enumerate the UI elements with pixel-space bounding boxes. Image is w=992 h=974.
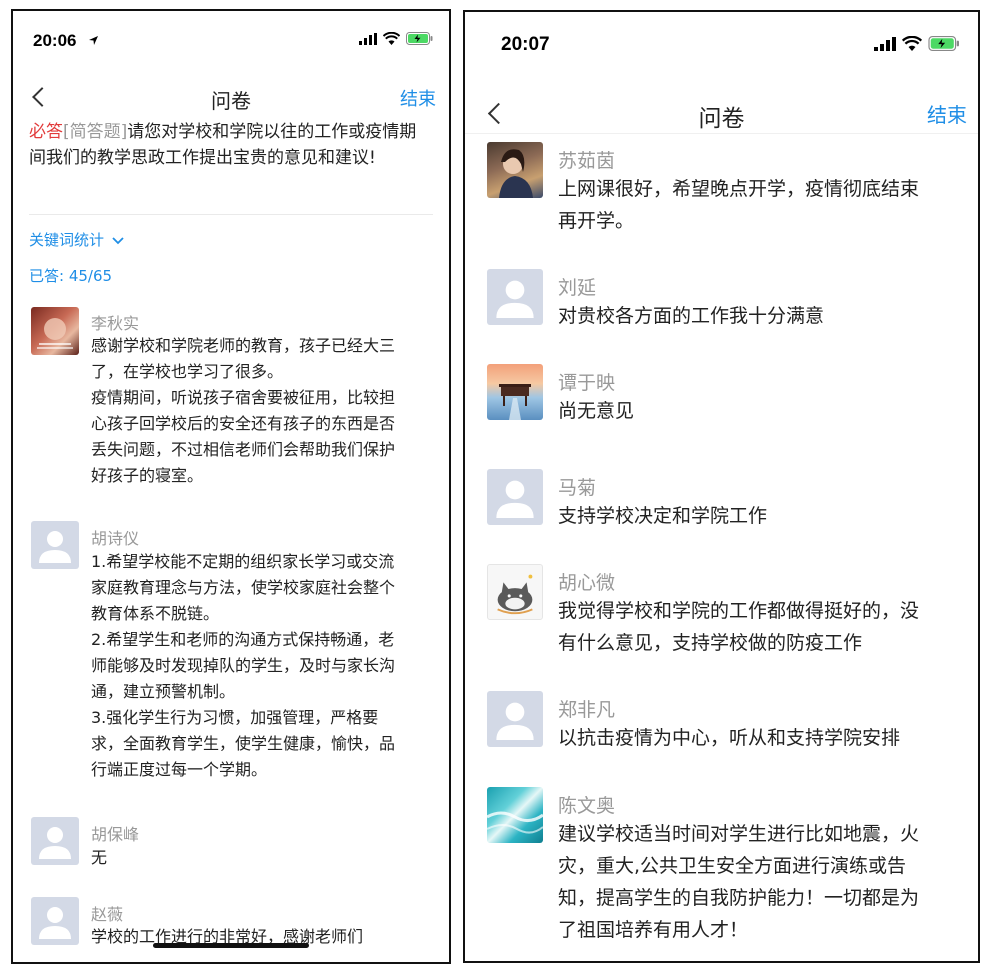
answer-author: 马菊 <box>558 477 597 499</box>
divider <box>465 133 978 134</box>
photo-avatar-icon <box>499 149 533 198</box>
battery-icon <box>928 36 959 51</box>
answer-text: 无 <box>91 848 108 867</box>
status-icons <box>874 36 960 51</box>
avatar[interactable] <box>31 521 79 569</box>
battery-icon <box>406 32 433 45</box>
photo-avatar-icon <box>37 318 73 349</box>
avatar[interactable] <box>487 269 543 325</box>
photo-avatar-icon <box>499 384 531 420</box>
location-arrow-icon <box>89 36 98 45</box>
answer-text: 以抗击疫情为中心，听从和支持学院安排 <box>558 727 901 749</box>
home-indicator[interactable] <box>153 943 309 948</box>
required-tag: 必答 <box>29 122 63 142</box>
ocean-avatar-icon <box>487 811 543 834</box>
page-title: 问卷 <box>211 89 251 113</box>
phone-screen-right: 20:07 问卷 结束 苏茹茵 上网课很好，希望晚点开学，疫情彻底结束 再开学。… <box>463 10 980 963</box>
avatar[interactable] <box>487 564 543 620</box>
default-avatar-icon <box>496 280 534 318</box>
answer-author: 胡诗仪 <box>91 529 140 548</box>
answer-text: 感谢学校和学院老师的教育，孩子已经大三 了，在学校也学习了很多。 疫情期间，听说… <box>91 336 396 485</box>
avatar[interactable] <box>487 364 543 420</box>
end-button[interactable]: 结束 <box>400 85 436 111</box>
status-time: 20:07 <box>501 34 550 55</box>
answer-author: 郑非凡 <box>558 699 616 721</box>
default-avatar-icon <box>496 702 534 740</box>
status-icons <box>359 32 433 45</box>
answer-author: 陈文奥 <box>558 795 616 817</box>
signal-icon <box>359 32 377 45</box>
nav-bar: 问卷 结束 <box>13 75 449 115</box>
divider <box>29 214 433 215</box>
signal-icon <box>874 36 896 51</box>
cat-avatar-icon <box>497 574 533 615</box>
default-avatar-icon <box>39 827 71 859</box>
answer-text: 上网课很好，希望晚点开学，疫情彻底结束 再开学。 <box>558 178 920 232</box>
avatar[interactable] <box>487 691 543 747</box>
default-avatar-icon <box>39 907 71 939</box>
answer-text: 1.希望学校能不定期的组织家长学习或交流 家庭教育理念与方法，使学校家庭社会整个… <box>91 552 396 779</box>
avatar[interactable] <box>487 787 543 843</box>
avatar[interactable] <box>31 307 79 355</box>
answer-author: 刘延 <box>558 277 597 299</box>
question-text: 必答[简答题]请您对学校和学院以往的工作或疫情期间我们的教学思政工作提出宝贵的意… <box>29 119 429 171</box>
avatar[interactable] <box>31 817 79 865</box>
keyword-stats-toggle[interactable]: 关键词统计 <box>29 229 124 250</box>
answer-text: 建议学校适当时间对学生进行比如地震，火 灾，重大,公共卫生安全方面进行演练或告 … <box>558 823 920 941</box>
page-title: 问卷 <box>698 106 745 132</box>
answer-author: 胡心微 <box>558 572 616 594</box>
answer-author: 谭于映 <box>558 372 616 394</box>
default-avatar-icon <box>39 531 71 563</box>
answer-author: 苏茹茵 <box>558 150 616 172</box>
answer-author: 胡保峰 <box>91 825 140 844</box>
answer-text: 支持学校决定和学院工作 <box>558 505 768 527</box>
phone-screen-left: 20:06 问卷 结束 必答[简答题]请您对学校和学院以往的工作或疫情期间我们的… <box>11 9 451 964</box>
avatar[interactable] <box>31 897 79 945</box>
answer-author: 李秋实 <box>91 314 140 333</box>
answered-count: 已答: 45/65 <box>29 267 113 285</box>
default-avatar-icon <box>496 480 534 518</box>
avatar[interactable] <box>487 469 543 525</box>
answer-text: 对贵校各方面的工作我十分满意 <box>558 305 825 327</box>
end-button[interactable]: 结束 <box>927 99 967 128</box>
chevron-down-icon <box>112 237 124 245</box>
answer-text: 我觉得学校和学院的工作都做得挺好的，没 有什么意见，支持学校做的防疫工作 <box>558 600 920 654</box>
avatar[interactable] <box>487 142 543 198</box>
wifi-icon <box>383 32 400 45</box>
question-type: [简答题] <box>63 122 128 142</box>
status-time: 20:06 <box>33 31 77 50</box>
keyword-stats-label: 关键词统计 <box>29 231 105 249</box>
nav-bar: 问卷 结束 <box>465 84 978 134</box>
wifi-icon <box>902 36 922 51</box>
answer-author: 赵薇 <box>91 905 124 924</box>
answer-text: 尚无意见 <box>558 400 635 422</box>
